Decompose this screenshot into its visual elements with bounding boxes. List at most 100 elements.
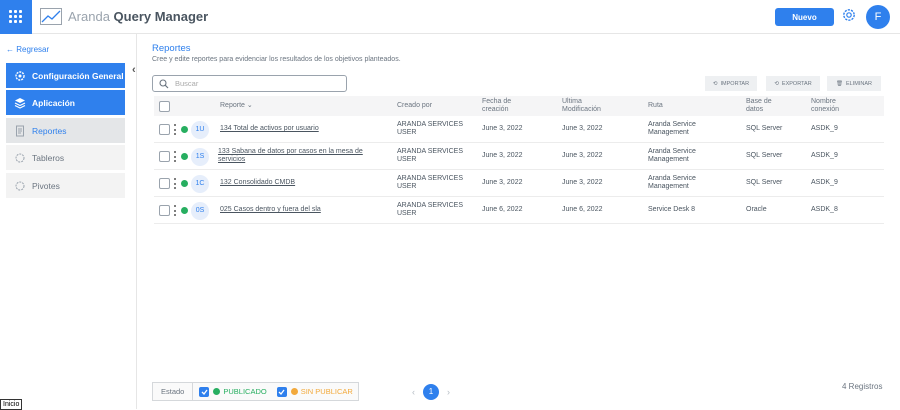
main-content: Reportes Cree y edite reportes para evid… bbox=[150, 34, 900, 409]
sidebar-item-label: Reportes bbox=[32, 125, 67, 136]
created-date-cell: June 3, 2022 bbox=[482, 152, 523, 159]
sidebar-item-general-config[interactable]: Configuración General bbox=[6, 63, 125, 88]
creator-cell: ARANDA SERVICES USER bbox=[397, 202, 463, 218]
collapse-sidebar-icon[interactable]: ‹ bbox=[132, 64, 136, 76]
next-page-icon[interactable]: › bbox=[447, 387, 450, 397]
row-menu-icon[interactable] bbox=[174, 151, 177, 162]
sidebar-item-reports[interactable]: Reportes bbox=[6, 118, 125, 143]
connection-cell: ASDK_8 bbox=[811, 206, 838, 213]
modified-date-cell: June 6, 2022 bbox=[562, 206, 603, 213]
report-name-line1: 133 Sabana de datos por casos en la mesa… bbox=[218, 148, 363, 155]
col-created-date-line1: Fecha de bbox=[482, 98, 512, 105]
sidebar-item-pivots[interactable]: Pivotes bbox=[6, 173, 125, 198]
back-link[interactable]: ← Regresar bbox=[6, 45, 49, 54]
select-all-checkbox[interactable] bbox=[159, 101, 170, 112]
sidebar-item-label: Configuración General bbox=[32, 70, 124, 81]
avatar[interactable]: F bbox=[866, 5, 890, 29]
report-badge: 0S bbox=[191, 202, 209, 220]
report-badge: 1S bbox=[191, 148, 209, 166]
created-date-cell: June 3, 2022 bbox=[482, 179, 523, 186]
start-button[interactable]: Inicio bbox=[0, 399, 23, 410]
creator-cell: ARANDA SERVICES USER bbox=[397, 121, 463, 137]
report-name-link[interactable]: 134 Total de activos por usuario bbox=[220, 125, 319, 133]
unpublished-label: SIN PUBLICAR bbox=[300, 387, 353, 396]
delete-button[interactable]: 🗑 ELIMINAR bbox=[827, 76, 881, 91]
state-filter: Estado PUBLICADO SIN PUBLICAR bbox=[152, 382, 359, 401]
row-menu-icon[interactable] bbox=[174, 205, 177, 216]
row-checkbox[interactable] bbox=[159, 205, 170, 216]
search-icon bbox=[159, 79, 169, 89]
export-button[interactable]: ⟲ EXPORTAR bbox=[766, 76, 820, 91]
row-menu-icon[interactable] bbox=[174, 124, 177, 135]
creator-line2: USER bbox=[397, 129, 417, 136]
published-status-dot bbox=[181, 126, 188, 133]
col-database: Base de datos bbox=[746, 98, 772, 114]
new-button[interactable]: Nuevo bbox=[775, 8, 834, 26]
col-created-by: Creado por bbox=[397, 102, 433, 109]
published-status-dot bbox=[181, 180, 188, 187]
creator-line1: ARANDA SERVICES bbox=[397, 202, 464, 209]
published-status-dot bbox=[181, 153, 188, 160]
col-database-line2: datos bbox=[746, 106, 764, 113]
dashboard-icon bbox=[14, 152, 26, 164]
config-icon bbox=[14, 70, 26, 82]
col-modified-line1: Ultima bbox=[562, 98, 582, 105]
sidebar-item-dashboards[interactable]: Tableros bbox=[6, 145, 125, 170]
published-status-dot bbox=[181, 207, 188, 214]
published-label: PUBLICADO bbox=[223, 387, 267, 396]
check-icon bbox=[201, 389, 208, 395]
import-label: IMPORTAR bbox=[720, 80, 750, 87]
unpublished-checkbox[interactable] bbox=[276, 386, 287, 397]
report-name-link[interactable]: 132 Consolidado CMDB bbox=[220, 179, 295, 187]
page-button[interactable]: 1 bbox=[423, 384, 439, 400]
creator-line2: USER bbox=[397, 156, 417, 163]
sidebar-item-application[interactable]: Aplicación bbox=[6, 90, 125, 115]
table-row[interactable]: 1S 133 Sabana de datos por casos en la m… bbox=[154, 143, 884, 170]
brand-light: Aranda bbox=[68, 9, 110, 24]
row-checkbox[interactable] bbox=[159, 151, 170, 162]
prev-page-icon[interactable]: ‹ bbox=[412, 387, 415, 397]
import-button[interactable]: ⟲ IMPORTAR bbox=[705, 76, 757, 91]
route-line1: Aranda Service bbox=[648, 175, 696, 182]
document-icon bbox=[14, 125, 26, 137]
record-count: 4 Registros bbox=[842, 382, 883, 391]
published-checkbox[interactable] bbox=[199, 386, 210, 397]
row-menu-icon[interactable] bbox=[174, 178, 177, 189]
published-dot bbox=[213, 388, 221, 395]
route-line1: Aranda Service bbox=[648, 121, 696, 128]
report-badge: 1U bbox=[191, 121, 209, 139]
check-icon bbox=[278, 389, 285, 395]
app-grid-icon[interactable] bbox=[0, 0, 32, 34]
table-row[interactable]: 0S 025 Casos dentro y fuera del sla ARAN… bbox=[154, 197, 884, 224]
sidebar: ← Regresar Configuración General Aplicac… bbox=[0, 34, 137, 409]
col-modified-line2: Modificación bbox=[562, 106, 601, 113]
report-badge: 1C bbox=[191, 175, 209, 193]
col-modified: Ultima Modificación bbox=[562, 98, 601, 114]
created-date-cell: June 3, 2022 bbox=[482, 125, 523, 132]
brand-bold: Query Manager bbox=[113, 9, 209, 24]
export-label: EXPORTAR bbox=[781, 80, 812, 87]
table-row[interactable]: 1C 132 Consolidado CMDB ARANDA SERVICES U… bbox=[154, 170, 884, 197]
creator-line1: ARANDA SERVICES bbox=[397, 121, 464, 128]
chart-logo-icon bbox=[40, 8, 62, 25]
gear-icon[interactable] bbox=[841, 7, 857, 23]
route-cell: Aranda Service Management bbox=[648, 148, 696, 164]
connection-cell: ASDK_9 bbox=[811, 125, 838, 132]
report-name-line1: 025 Casos dentro y fuera del sla bbox=[220, 206, 321, 213]
page-title: Reportes bbox=[152, 43, 191, 54]
report-name-line1: 134 Total de activos por usuario bbox=[220, 125, 319, 132]
route-line2: Management bbox=[648, 183, 689, 190]
col-database-line1: Base de bbox=[746, 98, 772, 105]
creator-cell: ARANDA SERVICES USER bbox=[397, 148, 463, 164]
created-date-cell: June 6, 2022 bbox=[482, 206, 523, 213]
row-checkbox[interactable] bbox=[159, 178, 170, 189]
table-row[interactable]: 1U 134 Total de activos por usuario ARAN… bbox=[154, 116, 884, 143]
trash-icon: 🗑 bbox=[836, 80, 843, 87]
creator-line2: USER bbox=[397, 210, 417, 217]
top-bar: Aranda Query Manager Nuevo F bbox=[0, 0, 900, 34]
search-input[interactable]: Buscar bbox=[152, 75, 347, 92]
report-name-link[interactable]: 133 Sabana de datos por casos en la mesa… bbox=[218, 148, 363, 164]
row-checkbox[interactable] bbox=[159, 124, 170, 135]
report-name-link[interactable]: 025 Casos dentro y fuera del sla bbox=[220, 206, 321, 214]
col-report[interactable]: Reporte ⌄ bbox=[220, 102, 253, 110]
